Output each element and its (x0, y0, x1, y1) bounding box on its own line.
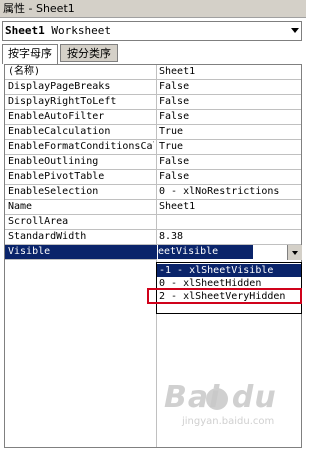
annotation-highlight-box (147, 288, 302, 304)
tab-alphabetic-label: 按字母序 (8, 47, 52, 60)
property-row[interactable]: EnablePivotTable False (5, 170, 301, 185)
chevron-down-icon[interactable] (291, 28, 299, 33)
baidu-watermark: Bai du jingyan.baidu.com (140, 380, 300, 440)
watermark-subtext: jingyan.baidu.com (182, 416, 275, 427)
property-row[interactable]: DisplayRightToLeft False (5, 95, 301, 110)
property-row[interactable]: EnableOutlining False (5, 155, 301, 170)
dropdown-option-sheet-visible[interactable]: -1 - xlSheetVisible (157, 264, 301, 277)
object-type: Worksheet (51, 24, 111, 37)
property-name: DisplayRightToLeft (8, 96, 117, 107)
property-row[interactable]: StandardWidth 8.38 (5, 230, 301, 245)
property-row[interactable]: EnableCalculation True (5, 125, 301, 140)
chevron-down-icon (292, 251, 298, 255)
property-name: EnableOutlining (8, 156, 99, 167)
property-name: Name (8, 201, 33, 212)
property-value[interactable]: 8.38 (159, 230, 299, 244)
property-name: DisplayPageBreaks (8, 81, 111, 92)
property-value[interactable]: False (159, 95, 299, 109)
property-name: Visible (8, 246, 51, 257)
property-row[interactable]: DisplayPageBreaks False (5, 80, 301, 95)
property-value[interactable]: Sheet1 (159, 200, 299, 214)
property-name: (名称) (8, 66, 41, 77)
tab-categorized[interactable]: 按分类序 (60, 44, 118, 62)
property-row[interactable]: EnableSelection 0 - xlNoRestrictions (5, 185, 301, 200)
window-titlebar: 属性 - Sheet1 (0, 0, 306, 18)
property-name: EnablePivotTable (8, 171, 105, 182)
object-selector[interactable]: Sheet1 Worksheet (2, 21, 302, 41)
property-name: EnableSelection (8, 186, 99, 197)
property-row-visible[interactable]: Visible eetVisible (5, 245, 302, 260)
property-row[interactable]: ScrollArea (5, 215, 301, 230)
window-title: 属性 - Sheet1 (3, 2, 75, 15)
property-value[interactable]: False (159, 170, 299, 184)
property-value[interactable]: True (159, 140, 299, 154)
property-value[interactable]: 0 - xlNoRestrictions (159, 185, 299, 199)
property-value[interactable]: True (159, 125, 299, 139)
property-value[interactable]: Sheet1 (159, 65, 299, 79)
tab-categorized-label: 按分类序 (67, 47, 111, 60)
property-value[interactable]: False (159, 155, 299, 169)
property-name: EnableFormatConditionsCal (8, 141, 154, 152)
properties-window: 属性 - Sheet1 Sheet1 Worksheet 按字母序 按分类序 (… (0, 0, 306, 452)
property-row[interactable]: EnableAutoFilter False (5, 110, 301, 125)
property-value[interactable]: False (159, 80, 299, 94)
visible-value-text[interactable]: eetVisible (158, 245, 253, 259)
tab-alphabetic[interactable]: 按字母序 (2, 44, 58, 64)
property-name: EnableAutoFilter (8, 111, 105, 122)
property-value[interactable]: False (159, 110, 299, 124)
object-name: Sheet1 (5, 24, 45, 37)
property-name: EnableCalculation (8, 126, 111, 137)
paw-icon (206, 388, 228, 410)
property-row[interactable]: EnableFormatConditionsCal True (5, 140, 301, 155)
property-name: ScrollArea (8, 216, 69, 227)
visible-value-editor[interactable]: eetVisible (157, 245, 302, 260)
dropdown-button[interactable] (287, 245, 302, 260)
property-row[interactable]: (名称) Sheet1 (5, 65, 301, 80)
property-name: StandardWidth (8, 231, 87, 242)
property-row[interactable]: Name Sheet1 (5, 200, 301, 215)
